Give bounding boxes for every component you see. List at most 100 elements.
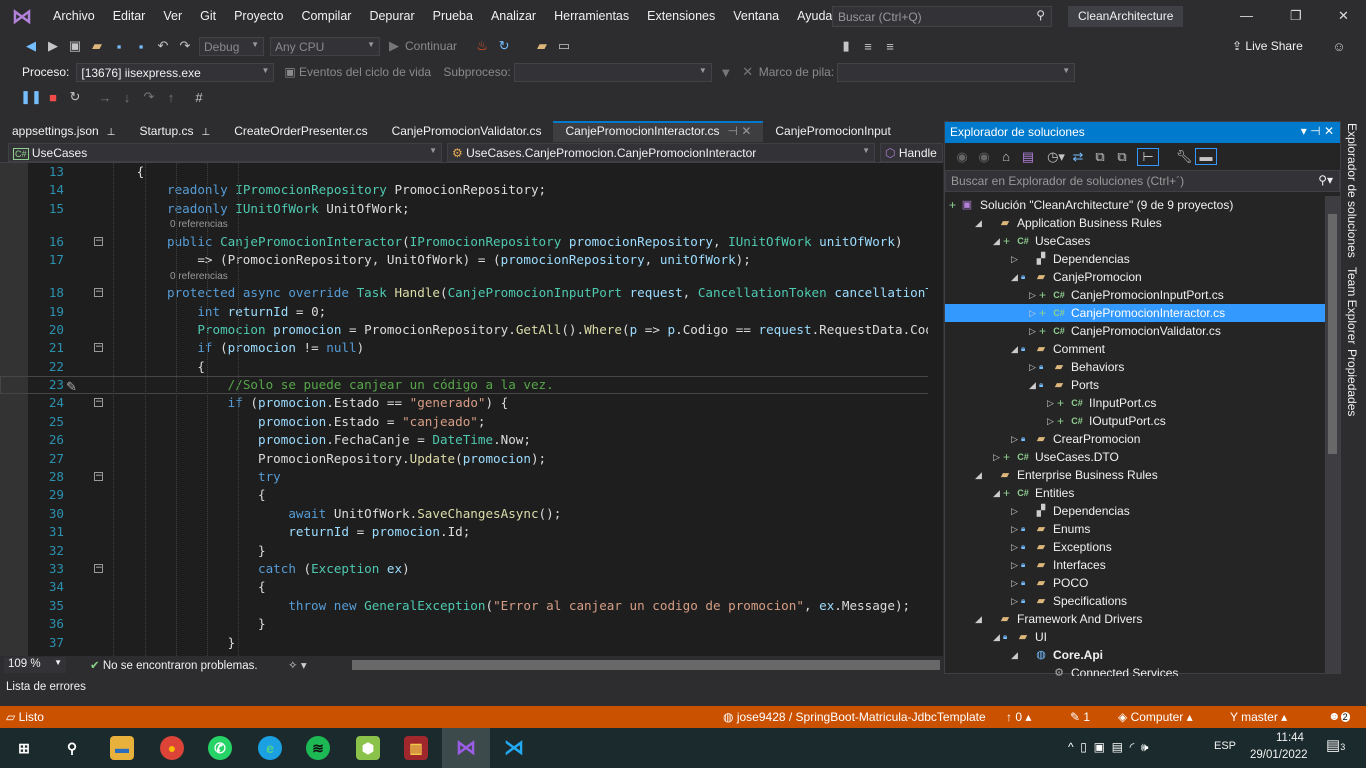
collapsed-arrow-icon[interactable]: ▷ bbox=[1029, 286, 1039, 304]
live-share-button[interactable]: ⇪ Live Share bbox=[1232, 39, 1303, 53]
feedback-icon[interactable]: ☺ bbox=[1328, 39, 1350, 54]
dropdown-icon[interactable]: ▾ bbox=[1301, 124, 1307, 138]
collapsed-arrow-icon[interactable]: ▷ bbox=[1029, 322, 1039, 340]
open-folder-icon[interactable]: ▰ bbox=[86, 38, 108, 54]
save-all-icon[interactable]: ▪ bbox=[130, 39, 152, 54]
tree-item[interactable]: ▷ + C# IInputPort.cs bbox=[945, 394, 1325, 412]
tree-item[interactable]: ▷ 🔒︎ ▰ Exceptions bbox=[945, 538, 1325, 556]
process-select[interactable]: [13676] iisexpress.exe ▼ bbox=[76, 62, 275, 82]
collapse-all-icon[interactable]: ⧉ bbox=[1089, 149, 1111, 165]
solution-explorer-scrollbar[interactable] bbox=[1325, 196, 1340, 674]
tab-canjepromocioninput[interactable]: CanjePromocionInput bbox=[763, 121, 902, 142]
maximize-button[interactable]: ❐ bbox=[1290, 8, 1302, 24]
file-explorer-icon[interactable]: ▬ bbox=[110, 736, 134, 760]
tree-item[interactable]: ◢ 🔒︎ ▰ Comment bbox=[945, 340, 1325, 358]
lifecycle-events-button[interactable]: ▣ Eventos del ciclo de vida bbox=[280, 63, 440, 82]
platform-select[interactable]: Any CPU ▼ bbox=[270, 36, 380, 56]
expanded-arrow-icon[interactable]: ◢ bbox=[1029, 376, 1039, 394]
push-button[interactable]: ↑ 0 ▴ bbox=[1006, 710, 1031, 724]
collapsed-arrow-icon[interactable]: ▷ bbox=[1011, 250, 1021, 268]
tree-item[interactable]: ▷ + C# CanjePromocionInputPort.cs bbox=[945, 286, 1325, 304]
collapsed-arrow-icon[interactable]: ▷ bbox=[1011, 556, 1021, 574]
tab-createorderpresenter-cs[interactable]: CreateOrderPresenter.cs bbox=[222, 121, 379, 142]
menu-item-archivo[interactable]: Archivo bbox=[44, 9, 104, 23]
menu-item-compilar[interactable]: Compilar bbox=[292, 9, 360, 23]
windows-start-icon[interactable]: ⊞ bbox=[12, 736, 36, 760]
expanded-arrow-icon[interactable]: ◢ bbox=[1011, 268, 1021, 286]
tree-item[interactable]: ▷ ▞ Dependencias bbox=[945, 250, 1325, 268]
tree-item[interactable]: ◢ ▰ Framework And Drivers bbox=[945, 610, 1325, 628]
tree-item[interactable]: ◢ 🔒︎ ▰ Ports bbox=[945, 376, 1325, 394]
tree-item[interactable]: ▷ + C# CanjePromocionInteractor.cs bbox=[945, 304, 1325, 322]
step-into-icon[interactable]: ↓ bbox=[116, 90, 138, 105]
step-out-icon[interactable]: ↑ bbox=[160, 90, 182, 105]
hex-display-icon[interactable]: # bbox=[188, 90, 210, 105]
stack-frame-select[interactable]: ▼ bbox=[837, 62, 1076, 82]
tree-item[interactable]: ◢ ▰ Enterprise Business Rules bbox=[945, 466, 1325, 484]
undo-icon[interactable]: ↶ bbox=[152, 38, 174, 54]
notifications-button[interactable]: ☻ 2 bbox=[1328, 709, 1350, 723]
back-icon[interactable]: ◀ bbox=[20, 38, 42, 54]
search-input[interactable]: Buscar (Ctrl+Q) ⚲ bbox=[832, 6, 1052, 27]
type-select[interactable]: ⚙ UseCases.CanjePromocion.CanjePromocion… bbox=[447, 143, 875, 162]
tab-appsettings-json[interactable]: appsettings.json ⊥ bbox=[0, 121, 127, 142]
tree-item[interactable]: ▷ 🔒︎ ▰ POCO bbox=[945, 574, 1325, 592]
expanded-arrow-icon[interactable]: ◢ bbox=[1011, 646, 1021, 664]
menu-item-extensiones[interactable]: Extensiones bbox=[638, 9, 724, 23]
show-next-statement-icon[interactable]: → bbox=[94, 90, 116, 105]
properties-icon[interactable]: 🔧︎ bbox=[1173, 149, 1195, 165]
close-window-button[interactable]: ✕ bbox=[1338, 8, 1349, 24]
tree-item[interactable]: ▷ 🔒︎ ▰ Enums bbox=[945, 520, 1325, 538]
restart-debug-icon[interactable]: ↻ bbox=[64, 89, 86, 105]
filter-icon[interactable]: ▼ bbox=[715, 65, 737, 80]
close-panel-icon[interactable]: ✕ bbox=[1324, 124, 1334, 138]
minimize-button[interactable]: — bbox=[1240, 8, 1253, 23]
thread-select[interactable]: ▼ bbox=[513, 62, 712, 82]
menu-item-herramientas[interactable]: Herramientas bbox=[545, 9, 638, 23]
solution-search-input[interactable]: Buscar en Explorador de soluciones (Ctrl… bbox=[945, 170, 1340, 192]
redo-icon[interactable]: ↷ bbox=[174, 38, 196, 54]
sync-icon[interactable]: ⇄ bbox=[1067, 149, 1089, 165]
pin-icon[interactable]: ⊥ bbox=[201, 127, 210, 138]
notification-center-icon[interactable]: ▤3 bbox=[1326, 736, 1345, 754]
side-tab-properties[interactable]: Propiedades bbox=[1345, 349, 1359, 416]
collapsed-arrow-icon[interactable]: ▷ bbox=[1047, 412, 1057, 430]
error-list-tab[interactable]: Lista de errores bbox=[6, 681, 86, 693]
quick-actions-icon[interactable]: ✎ bbox=[66, 379, 77, 395]
tab-canjepromocioninteractor-cs[interactable]: CanjePromocionInteractor.cs ⊣ ✕ bbox=[553, 121, 764, 142]
clear-filter-icon[interactable]: ✕ bbox=[737, 64, 759, 80]
home-icon[interactable]: ⌂ bbox=[995, 149, 1017, 164]
edge-icon[interactable]: e bbox=[258, 736, 282, 760]
menu-item-prueba[interactable]: Prueba bbox=[424, 9, 482, 23]
winrar-icon[interactable]: ▥ bbox=[404, 736, 428, 760]
problems-indicator[interactable]: ✔ No se encontraron problemas. bbox=[90, 658, 258, 672]
expanded-arrow-icon[interactable]: ◢ bbox=[993, 232, 1003, 250]
continue-button[interactable]: Continuar bbox=[405, 39, 457, 53]
expanded-arrow-icon[interactable]: ◢ bbox=[993, 484, 1003, 502]
tree-item[interactable]: ▷ + C# UseCases.DTO bbox=[945, 448, 1325, 466]
save-icon[interactable]: ▪ bbox=[108, 39, 130, 54]
code-editor[interactable]: 13 {14 readonly IPromocionRepository Pro… bbox=[0, 163, 943, 656]
pin-icon[interactable]: ⊥ bbox=[107, 127, 116, 138]
forward-icon[interactable]: ▶ bbox=[42, 38, 64, 54]
tree-item[interactable]: ◢ 🔒︎ ▰ UI bbox=[945, 628, 1325, 646]
chrome-icon[interactable]: ● bbox=[160, 736, 184, 760]
menu-item-git[interactable]: Git bbox=[191, 9, 225, 23]
hot-reload-icon[interactable]: ♨ bbox=[471, 38, 493, 54]
clock-date[interactable]: 29/01/2022 bbox=[1250, 749, 1308, 761]
play-icon[interactable]: ▶ bbox=[383, 38, 405, 54]
expanded-arrow-icon[interactable]: ◢ bbox=[975, 214, 985, 232]
switch-views-icon[interactable]: ▤ bbox=[1017, 149, 1039, 165]
screenshot-icon[interactable]: ▭ bbox=[553, 38, 575, 54]
project-select[interactable]: C# UseCases ▼ bbox=[8, 143, 442, 162]
collapsed-arrow-icon[interactable]: ▷ bbox=[1011, 592, 1021, 610]
collapsed-arrow-icon[interactable]: ▷ bbox=[1047, 394, 1057, 412]
spotify-icon[interactable]: ≋ bbox=[306, 736, 330, 760]
menu-item-editar[interactable]: Editar bbox=[104, 9, 155, 23]
member-select[interactable]: ⬡ Handle bbox=[880, 143, 943, 162]
visual-studio-icon[interactable]: ⋈ bbox=[454, 736, 478, 760]
expanded-arrow-icon[interactable]: ◢ bbox=[975, 466, 985, 484]
tree-item[interactable]: ▷ 🔒︎ ▰ Specifications bbox=[945, 592, 1325, 610]
virtualbox-icon[interactable]: ⬢ bbox=[356, 736, 380, 760]
show-all-files-icon[interactable]: ⧉ bbox=[1111, 149, 1133, 165]
